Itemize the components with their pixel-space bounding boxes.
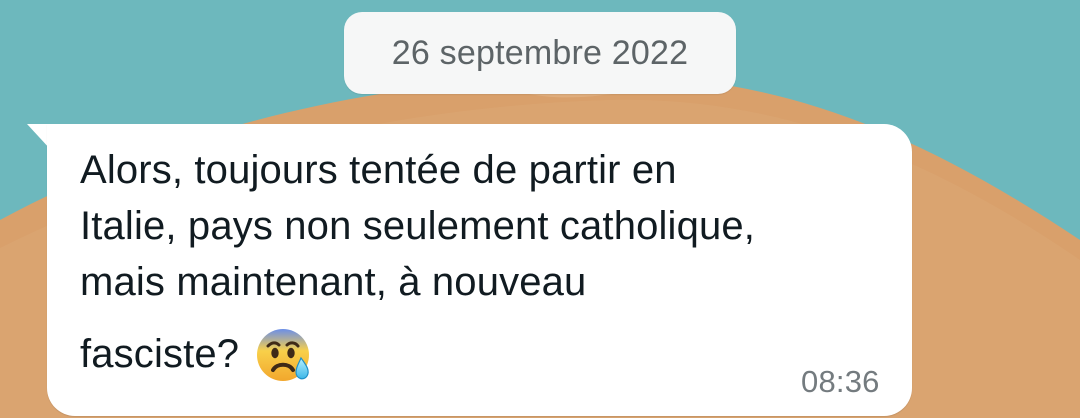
message-line: fasciste? [80, 332, 240, 376]
message-line: Alors, toujours tentée de partir en [80, 148, 677, 192]
message-line: Italie, pays non seulement catholique, [80, 204, 756, 248]
date-separator: 26 septembre 2022 [344, 12, 736, 94]
message-timestamp: 08:36 [801, 364, 880, 399]
message-line: mais maintenant, à nouveau [80, 260, 587, 304]
message-last-line: fasciste? [80, 322, 890, 386]
chat-screen: 26 septembre 2022 Alors, toujours tentée… [0, 0, 1080, 418]
date-label: 26 septembre 2022 [391, 33, 689, 72]
anxious-face-with-sweat-icon [257, 329, 310, 381]
message-text: Alors, toujours tentée de partir en Ital… [80, 142, 890, 386]
